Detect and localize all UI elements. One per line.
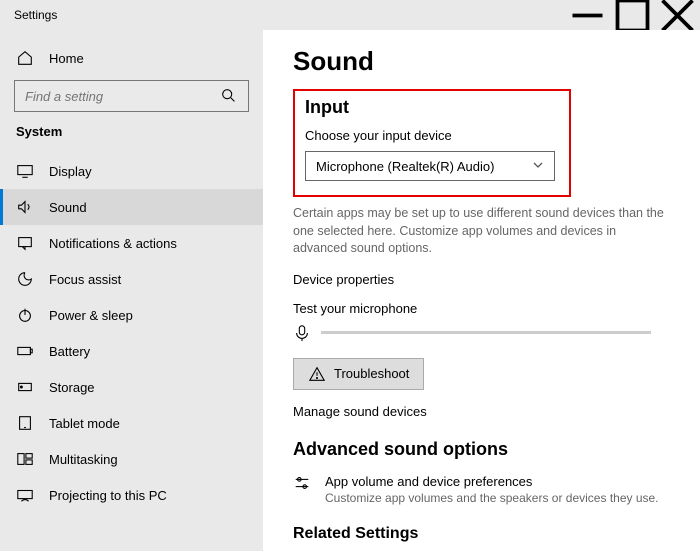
sidebar-item-storage[interactable]: Storage <box>0 369 263 405</box>
search-box[interactable] <box>14 80 249 112</box>
display-icon <box>16 162 34 180</box>
search-icon <box>220 87 238 105</box>
sidebar-item-battery[interactable]: Battery <box>0 333 263 369</box>
main-content: Sound Input Choose your input device Mic… <box>263 30 700 551</box>
notifications-icon <box>16 234 34 252</box>
search-input[interactable] <box>25 89 220 104</box>
sidebar-item-focus-assist[interactable]: Focus assist <box>0 261 263 297</box>
tablet-icon <box>16 414 34 432</box>
section-label: System <box>0 122 263 153</box>
input-description: Certain apps may be set up to use differ… <box>293 205 670 258</box>
sidebar-item-multitasking[interactable]: Multitasking <box>0 441 263 477</box>
input-heading: Input <box>305 97 559 118</box>
titlebar: Settings <box>0 0 700 30</box>
minimize-button[interactable] <box>565 0 610 30</box>
nav-label: Battery <box>49 344 90 359</box>
app-volume-preferences-link[interactable]: App volume and device preferences Custom… <box>293 474 670 505</box>
sidebar-item-projecting[interactable]: Projecting to this PC <box>0 477 263 513</box>
dropdown-value: Microphone (Realtek(R) Audio) <box>316 159 494 174</box>
microphone-icon <box>293 324 311 342</box>
sidebar-item-notifications[interactable]: Notifications & actions <box>0 225 263 261</box>
nav-label: Sound <box>49 200 87 215</box>
sound-icon <box>16 198 34 216</box>
home-label: Home <box>49 51 84 66</box>
test-mic-label: Test your microphone <box>293 301 670 316</box>
device-properties-link[interactable]: Device properties <box>293 272 670 287</box>
storage-icon <box>16 378 34 396</box>
sidebar: Home System Display Sound Notifications … <box>0 30 263 551</box>
sidebar-item-power-sleep[interactable]: Power & sleep <box>0 297 263 333</box>
chevron-down-icon <box>532 159 544 174</box>
home-icon <box>16 49 34 67</box>
input-device-dropdown[interactable]: Microphone (Realtek(R) Audio) <box>305 151 555 181</box>
input-section-highlight: Input Choose your input device Microphon… <box>293 89 571 197</box>
maximize-button[interactable] <box>610 0 655 30</box>
choose-input-label: Choose your input device <box>305 128 559 143</box>
focus-assist-icon <box>16 270 34 288</box>
power-icon <box>16 306 34 324</box>
manage-sound-devices-link[interactable]: Manage sound devices <box>293 404 670 419</box>
projecting-icon <box>16 486 34 504</box>
warning-icon <box>308 365 326 383</box>
sidebar-item-sound[interactable]: Sound <box>0 189 263 225</box>
nav-label: Notifications & actions <box>49 236 177 251</box>
page-title: Sound <box>293 46 670 77</box>
nav-label: Multitasking <box>49 452 118 467</box>
related-heading: Related Settings <box>293 525 670 543</box>
battery-icon <box>16 342 34 360</box>
nav-label: Storage <box>49 380 95 395</box>
nav-label: Tablet mode <box>49 416 120 431</box>
window-title: Settings <box>14 8 57 22</box>
pref-title: App volume and device preferences <box>325 474 659 489</box>
sliders-icon <box>293 474 311 492</box>
mic-level-bar <box>321 331 651 334</box>
troubleshoot-button[interactable]: Troubleshoot <box>293 358 424 390</box>
sidebar-item-tablet-mode[interactable]: Tablet mode <box>0 405 263 441</box>
home-link[interactable]: Home <box>0 40 263 76</box>
pref-subtitle: Customize app volumes and the speakers o… <box>325 491 659 505</box>
multitasking-icon <box>16 450 34 468</box>
nav-label: Display <box>49 164 92 179</box>
advanced-heading: Advanced sound options <box>293 439 670 460</box>
troubleshoot-label: Troubleshoot <box>334 366 409 381</box>
nav-label: Projecting to this PC <box>49 488 167 503</box>
sidebar-item-display[interactable]: Display <box>0 153 263 189</box>
close-button[interactable] <box>655 0 700 30</box>
nav-label: Power & sleep <box>49 308 133 323</box>
nav-label: Focus assist <box>49 272 121 287</box>
